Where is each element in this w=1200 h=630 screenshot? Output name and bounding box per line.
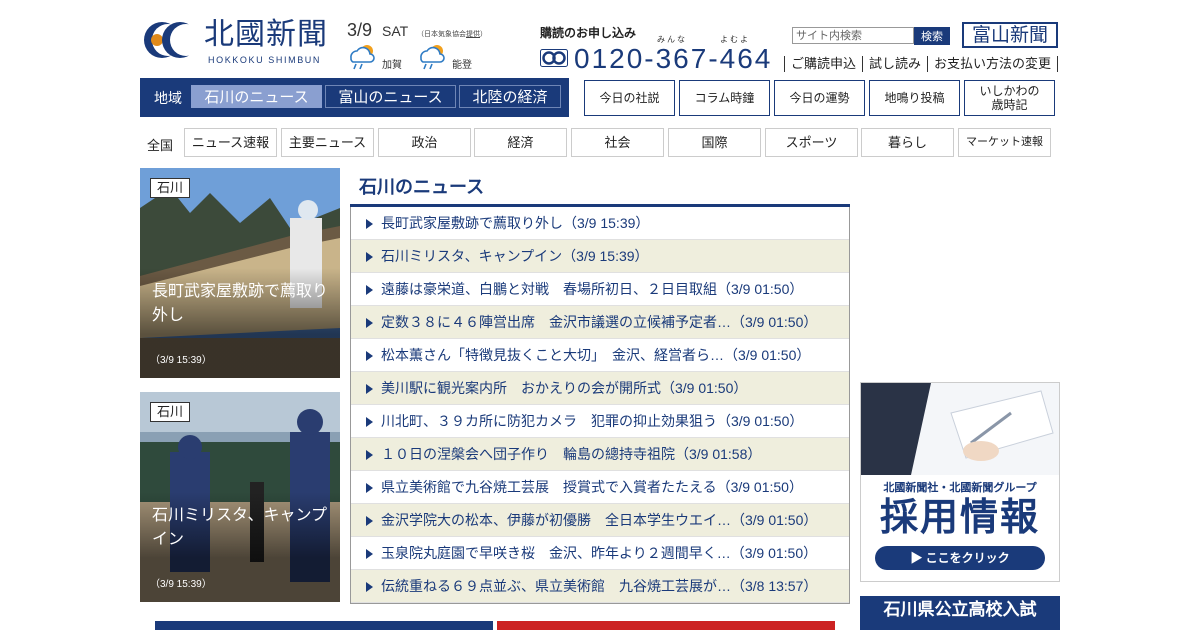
photo-card[interactable]: 石川 長町武家屋敷跡で薦取り外し （3/9 15:39）: [140, 168, 340, 378]
tab-main-news[interactable]: 主要ニュース: [281, 128, 374, 157]
category-bar: 全国 ニュース速報 主要ニュース 政治 経済 社会 国際 スポーツ 暮らし マー…: [140, 128, 1060, 157]
recruit-ad-click-button[interactable]: ▶ ここをクリック: [875, 546, 1045, 570]
news-item[interactable]: 美川駅に観光案内所 おかえりの会が開所式（3/9 01:50）: [351, 372, 849, 405]
tab-toyama-news[interactable]: 富山のニュース: [325, 85, 456, 108]
region-tag: 石川: [150, 402, 191, 422]
search-button[interactable]: 検索: [914, 27, 950, 45]
utility-links: ご購読申込 試し読み お支払い方法の変更: [784, 56, 1059, 74]
ishikawa-almanac-button[interactable]: いしかわの 歳時記: [964, 80, 1055, 116]
editorial-button[interactable]: 今日の社説: [584, 80, 675, 116]
date-number: 3/9: [347, 20, 373, 40]
weather-area-label: 加賀: [382, 60, 402, 71]
weather-area-label: 能登: [452, 60, 472, 71]
news-item[interactable]: 石川ミリスタ、キャンプイン（3/9 15:39）: [351, 240, 849, 273]
logo-mark-icon: [144, 22, 198, 58]
region-nav-label: 地域: [154, 90, 182, 106]
site-logo[interactable]: 北國新聞 HOKKOKU SHIMBUN: [140, 15, 340, 67]
logo-title: 北國新聞: [204, 17, 328, 52]
logo-subtitle: HOKKOKU SHIMBUN: [208, 55, 322, 65]
photo-caption: 石川ミリスタ、キャンプイン: [152, 507, 328, 548]
weather-kaga[interactable]: 加賀: [347, 42, 417, 71]
weather-noto[interactable]: 能登: [417, 42, 487, 71]
news-item[interactable]: 金沢学院大の松本、伊藤が初優勝 全日本学生ウエイ…（3/9 01:50）: [351, 504, 849, 537]
exam-answers-ad[interactable]: 石川県公立高校入試: [860, 596, 1060, 630]
bottom-banner-ad[interactable]: [155, 621, 493, 630]
subscription-title: 購読のお申し込み: [540, 26, 637, 40]
bottom-banner-ad[interactable]: [497, 621, 835, 630]
recruit-ad-company: 北國新聞社・北國新聞グループ: [883, 482, 1037, 494]
photo-caption: 長町武家屋敷跡で薦取り外し: [152, 283, 329, 324]
tab-sports[interactable]: スポーツ: [765, 128, 858, 157]
util-link-subscribe[interactable]: ご購読申込: [784, 56, 862, 72]
ishikawa-almanac-label: いしかわの 歳時記: [979, 84, 1040, 112]
news-item[interactable]: 玉泉院丸庭園で早咲き桜 金沢、昨年より２週間早く…（3/9 01:50）: [351, 537, 849, 570]
recruit-ad-title: 採用情報: [879, 497, 1040, 539]
photo-card[interactable]: 石川 石川ミリスタ、キャンプイン （3/9 15:39）: [140, 392, 340, 602]
news-item[interactable]: １０日の涅槃会へ団子作り 輪島の總持寺祖院（3/9 01:58）: [351, 438, 849, 471]
news-list: 長町武家屋敷跡で薦取り外し（3/9 15:39） 石川ミリスタ、キャンプイン（3…: [350, 207, 850, 604]
news-item[interactable]: 定数３８に４６陣営出席 金沢市議選の立候補予定者…（3/9 01:50）: [351, 306, 849, 339]
recruitment-ad[interactable]: 北國新聞社・北國新聞グループ 採用情報 ▶ ここをクリック: [860, 382, 1060, 582]
date-weekday: SAT: [382, 23, 409, 39]
tab-market-report[interactable]: マーケット速報: [958, 128, 1051, 157]
tab-living[interactable]: 暮らし: [861, 128, 954, 157]
phone-number[interactable]: 0120-367-464: [574, 43, 772, 75]
news-item[interactable]: 伝統重ねる６９点並ぶ、県立美術館 九谷焼工芸展が…（3/8 13:57）: [351, 570, 849, 603]
reader-post-button[interactable]: 地鳴り投稿: [869, 80, 960, 116]
tab-hokuriku-economy[interactable]: 北陸の経済: [459, 85, 561, 108]
news-item[interactable]: 長町武家屋敷跡で薦取り外し（3/9 15:39）: [351, 207, 849, 240]
news-item[interactable]: 松本薫さん「特徴見抜くこと大切」 金沢、経営者ら…（3/9 01:50）: [351, 339, 849, 372]
region-nav: 地域 石川のニュース 富山のニュース 北陸の経済: [140, 78, 569, 117]
tab-international[interactable]: 国際: [668, 128, 761, 157]
photo-time: （3/9 15:39）: [150, 355, 212, 366]
region-tag: 石川: [150, 178, 191, 198]
tab-news-flash[interactable]: ニュース速報: [184, 128, 277, 157]
weather-credit-link[interactable]: 提供: [466, 31, 480, 38]
news-section-title: 石川のニュース: [359, 177, 485, 197]
horoscope-button[interactable]: 今日の運勢: [774, 80, 865, 116]
toyama-shimbun-link[interactable]: 富山新聞: [962, 22, 1058, 48]
news-item[interactable]: 遠藤は豪栄道、白鵬と対戦 春場所初日、２日目取組（3/9 01:50）: [351, 273, 849, 306]
tab-ishikawa-news[interactable]: 石川のニュース: [191, 85, 322, 108]
column-jisho-button[interactable]: コラム時鐘: [679, 80, 770, 116]
search-input[interactable]: [792, 27, 914, 44]
date-weather: 3/9 SAT （日本気象協会提供） 加賀 能登: [347, 20, 487, 71]
notebook-hand-image: [861, 383, 1059, 475]
weather-credit: （日本気象協会提供）: [417, 31, 487, 38]
subscription-block[interactable]: 購読のお申し込み みんな よむよ 0120-367-464: [540, 24, 780, 74]
news-item[interactable]: 県立美術館で九谷焼工芸展 授賞式で入賞者たたえる（3/9 01:50）: [351, 471, 849, 504]
photo-time: （3/9 15:39）: [150, 579, 212, 590]
news-item[interactable]: 川北町、３９カ所に防犯カメラ 犯罪の抑止効果狙う（3/9 01:50）: [351, 405, 849, 438]
util-link-trial[interactable]: 試し読み: [862, 56, 927, 72]
news-section-heading: 石川のニュース: [350, 168, 850, 207]
util-link-payment[interactable]: お支払い方法の変更: [927, 56, 1059, 72]
tab-economy[interactable]: 経済: [474, 128, 567, 157]
rain-sun-icon: [420, 45, 445, 70]
free-dial-icon: [540, 49, 568, 67]
category-label: 全国: [147, 138, 174, 153]
tab-society[interactable]: 社会: [571, 128, 664, 157]
tab-politics[interactable]: 政治: [378, 128, 471, 157]
rain-sun-icon: [350, 45, 375, 70]
